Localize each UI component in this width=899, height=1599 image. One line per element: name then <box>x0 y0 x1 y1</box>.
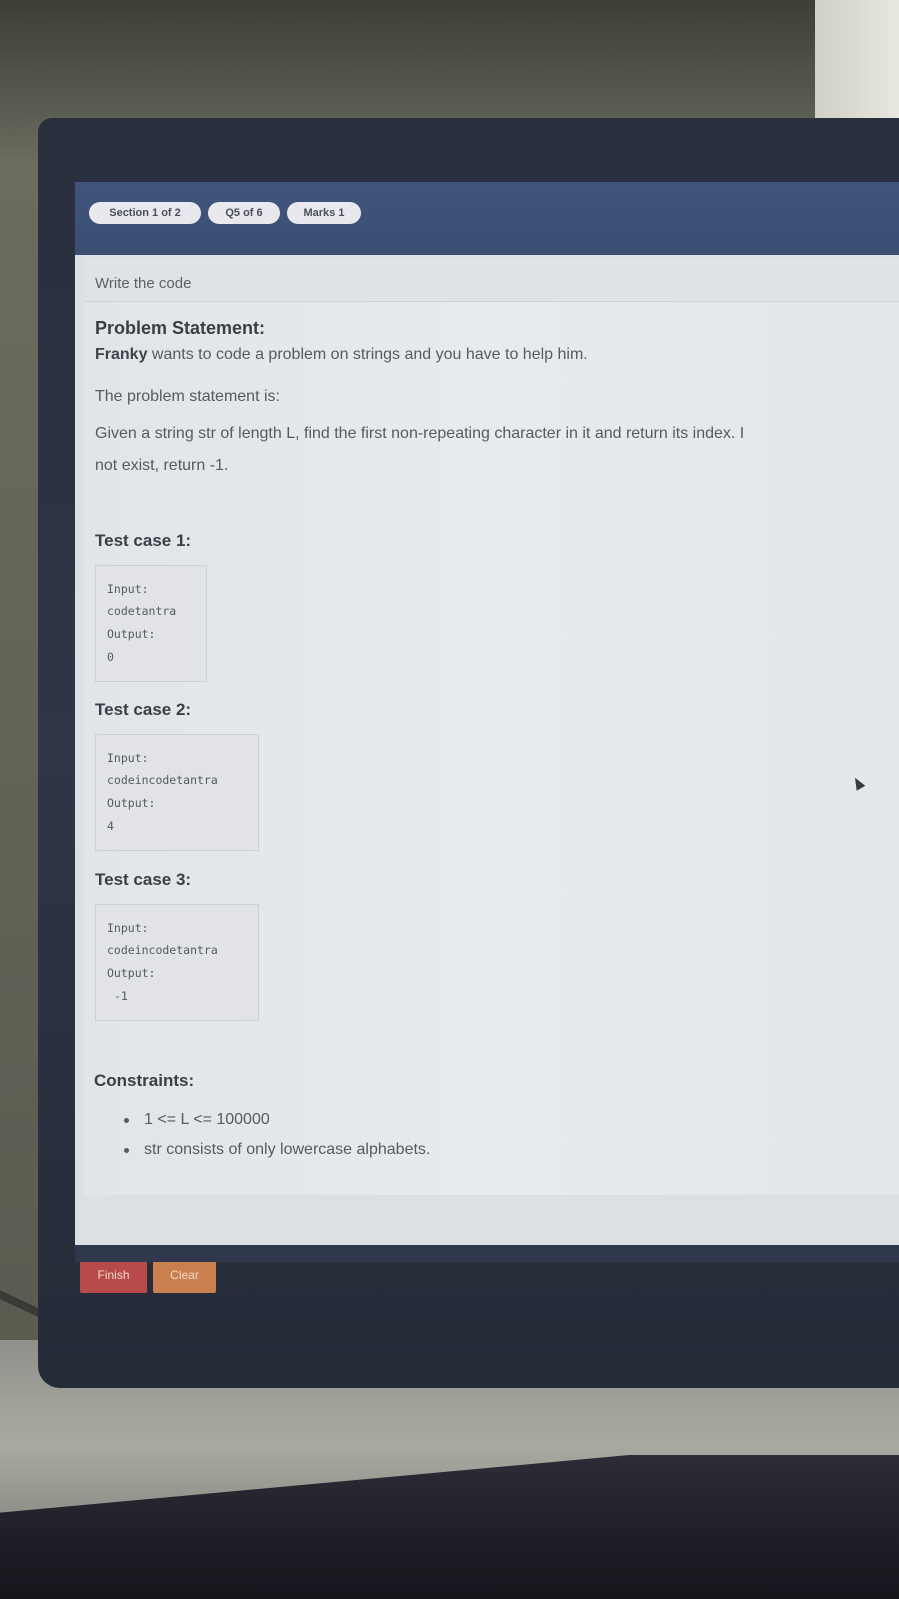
input-value: codeincodetantra <box>107 773 218 787</box>
intro-name: Franky <box>95 346 148 363</box>
panel-header: Write the code <box>84 259 899 302</box>
screen: Section 1 of 2 Q5 of 6 Marks 1 Write the… <box>75 182 899 1293</box>
statement-line-2: not exist, return -1. <box>95 457 229 474</box>
statement-line-1: Given a string str of length L, find the… <box>95 425 745 442</box>
section-badge: Section 1 of 2 <box>89 202 201 224</box>
exam-header-bar: Section 1 of 2 Q5 of 6 Marks 1 <box>75 182 899 250</box>
input-label: Input: <box>107 921 149 935</box>
output-label: Output: <box>107 627 156 641</box>
output-label: Output: <box>107 796 156 810</box>
intro-text: wants to code a problem on strings and y… <box>147 346 588 363</box>
output-label: Output: <box>107 966 156 980</box>
test-case-2-box: Input: codeincodetantra Output: 4 <box>95 734 259 851</box>
output-value: 4 <box>107 819 114 833</box>
constraint-item: str consists of only lowercase alphabets… <box>123 1141 431 1158</box>
statement-label: The problem statement is: <box>95 388 280 405</box>
input-label: Input: <box>107 582 149 596</box>
constraints-heading: Constraints: <box>94 1071 195 1090</box>
test-case-1-box: Input: codetantra Output: 0 <box>95 565 207 682</box>
input-label: Input: <box>107 751 149 765</box>
input-value: codetantra <box>107 604 177 618</box>
test-case-2-title: Test case 2: <box>95 700 192 719</box>
problem-heading: Problem Statement: <box>95 318 266 338</box>
wall-background <box>815 0 899 118</box>
test-case-3-title: Test case 3: <box>95 870 192 889</box>
question-badge[interactable]: Q5 of 6 <box>208 202 280 224</box>
problem-intro: Franky wants to code a problem on string… <box>95 346 588 364</box>
finish-button[interactable]: Finish <box>80 1257 147 1293</box>
test-case-3-box: Input: codeincodetantra Output: -1 <box>95 904 259 1021</box>
output-value: 0 <box>107 650 114 664</box>
panel-title: Write the code <box>95 275 192 292</box>
clear-button[interactable]: Clear <box>153 1257 216 1293</box>
constraint-item: 1 <= L <= 100000 <box>124 1111 270 1128</box>
screen-bottom-bar <box>75 1245 899 1262</box>
question-content: Write the code Problem Statement: Franky… <box>75 255 899 1293</box>
input-value: codeincodetantra <box>107 943 218 957</box>
test-case-1-title: Test case 1: <box>95 531 192 550</box>
question-panel: Write the code Problem Statement: Franky… <box>84 259 899 1195</box>
output-value: -1 <box>114 989 128 1003</box>
marks-badge: Marks 1 <box>287 202 361 224</box>
